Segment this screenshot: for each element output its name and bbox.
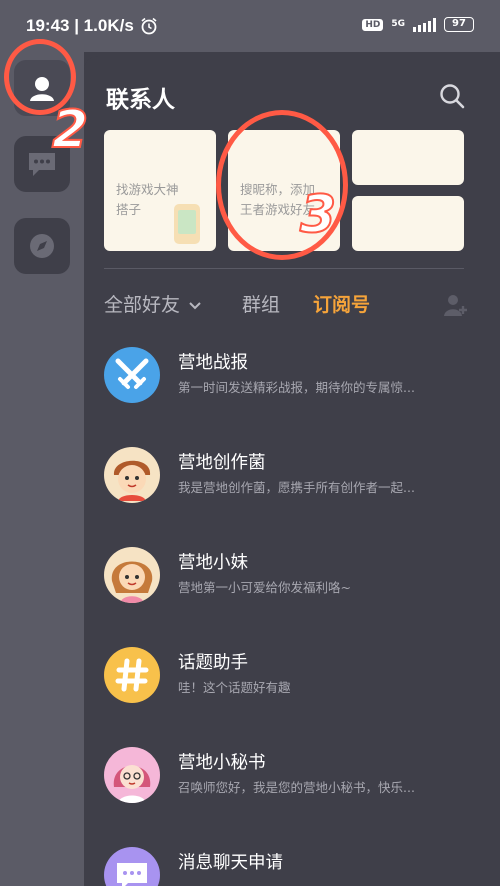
hd-badge: HD xyxy=(362,18,384,31)
add-contact-icon[interactable] xyxy=(442,292,468,318)
contact-tabs: 全部好友 群组 订阅号 xyxy=(104,290,468,320)
tab-all-friends[interactable]: 全部好友 xyxy=(104,290,202,317)
alarm-icon xyxy=(141,17,157,35)
tab-subscriptions[interactable]: 订阅号 xyxy=(313,290,370,317)
cartoon-girl-icon xyxy=(111,561,153,603)
item-title: 话题助手 xyxy=(178,653,248,673)
status-indicators: HD 5G 97 xyxy=(362,17,474,32)
list-item[interactable]: 营地创作菌 我是营地创作菌，愿携手所有创作者一起... xyxy=(104,441,474,511)
search-icon[interactable] xyxy=(438,82,466,110)
avatar xyxy=(104,747,160,803)
item-title: 营地小妹 xyxy=(178,553,248,573)
left-rail xyxy=(0,52,84,886)
annotation-number-3: 3 xyxy=(299,184,337,246)
discover-nav-button[interactable] xyxy=(14,218,70,274)
avatar xyxy=(104,647,160,703)
secretary-avatar-icon xyxy=(113,765,151,803)
cartoon-boy-icon xyxy=(113,460,151,501)
item-subtitle: 营地第一小可爱给你发福利咯~ xyxy=(178,580,351,595)
chevron-down-icon xyxy=(189,302,201,310)
signal-icon xyxy=(413,17,436,32)
list-item[interactable]: 营地战报 第一时间发送精彩战报，期待你的专属惊... xyxy=(104,341,474,411)
crossed-swords-icon xyxy=(115,358,149,389)
list-item[interactable]: 营地小秘书 召唤师您好，我是您的营地小秘书，快乐... xyxy=(104,741,474,811)
annotation-number-2: 2 xyxy=(51,99,89,161)
tab-groups[interactable]: 群组 xyxy=(242,290,280,317)
item-subtitle: 召唤师您好，我是您的营地小秘书，快乐... xyxy=(178,780,415,795)
list-item[interactable]: 消息聊天申请 xyxy=(104,841,474,886)
page-title: 联系人 xyxy=(106,87,175,113)
item-title: 营地战报 xyxy=(178,353,248,373)
quick-card-4[interactable] xyxy=(352,196,464,251)
item-subtitle: 第一时间发送精彩战报，期待你的专属惊... xyxy=(178,380,415,395)
item-title: 营地创作菌 xyxy=(178,453,266,473)
avatar xyxy=(104,547,160,603)
phone-illustration-icon xyxy=(174,204,200,244)
network-badge: 5G xyxy=(391,19,405,29)
list-item[interactable]: 营地小妹 营地第一小可爱给你发福利咯~ xyxy=(104,541,474,611)
status-time: 19:43 | 1.0K/s xyxy=(26,16,134,35)
hashtag-icon xyxy=(115,658,149,692)
item-title: 营地小秘书 xyxy=(178,753,266,773)
avatar xyxy=(104,447,160,503)
avatar xyxy=(104,847,160,886)
compass-icon xyxy=(30,234,54,258)
battery-indicator: 97 xyxy=(444,17,474,32)
tab-label: 全部好友 xyxy=(104,294,181,316)
status-bar: 19:43 | 1.0K/s HD 5G 97 xyxy=(0,0,500,52)
list-item[interactable]: 话题助手 哇！这个话题好有趣 xyxy=(104,641,474,711)
quick-card-3[interactable] xyxy=(352,130,464,185)
find-teammate-card[interactable]: 找游戏大神 搭子 xyxy=(104,130,216,251)
chat-bubble-icon xyxy=(117,863,147,886)
item-subtitle: 我是营地创作菌，愿携手所有创作者一起... xyxy=(178,480,415,495)
item-title: 消息聊天申请 xyxy=(178,853,283,873)
avatar xyxy=(104,347,160,403)
divider xyxy=(104,268,464,269)
item-subtitle: 哇！这个话题好有趣 xyxy=(178,680,291,695)
